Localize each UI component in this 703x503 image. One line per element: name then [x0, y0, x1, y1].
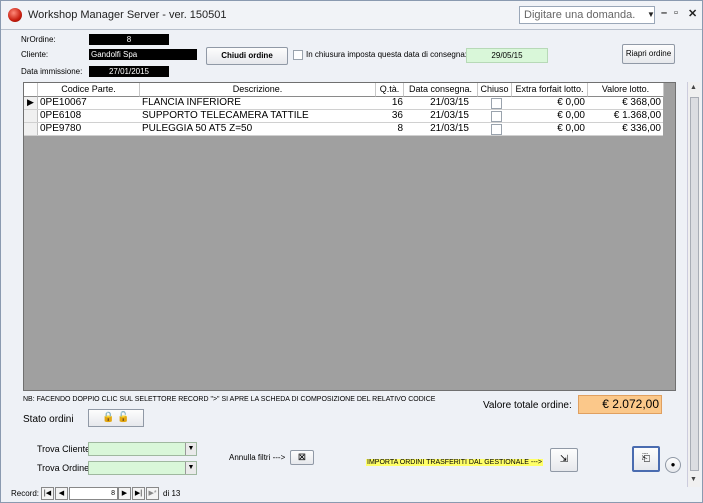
cell-chiuso-checkbox[interactable]: [491, 124, 502, 135]
exit-form-button[interactable]: ⎗: [632, 446, 660, 472]
first-record-icon[interactable]: |◀: [41, 487, 54, 500]
info-icon: ●: [670, 460, 676, 469]
chevron-down-icon[interactable]: ▼: [185, 462, 196, 474]
title-bar: Workshop Manager Server - ver. 150501 Di…: [1, 1, 702, 30]
cell-codice[interactable]: 0PE10067: [40, 97, 138, 109]
col-header-data[interactable]: Data consegna.: [404, 83, 478, 97]
cell-valore[interactable]: € 1.368,00: [588, 110, 661, 122]
chiusura-checkbox[interactable]: [293, 50, 303, 60]
minimize-button[interactable]: –: [661, 7, 667, 19]
cell-qta[interactable]: 8: [376, 123, 403, 135]
col-header-chiuso[interactable]: Chiuso: [478, 83, 512, 97]
grid-selector-header: [24, 83, 38, 97]
cell-extra[interactable]: € 0,00: [512, 110, 585, 122]
stato-ordini-toggle[interactable]: 🔒 🔓: [88, 409, 144, 427]
close-button[interactable]: ✕: [688, 7, 697, 20]
cell-chiuso-checkbox[interactable]: [491, 111, 502, 122]
col-header-extra[interactable]: Extra forfait lotto.: [512, 83, 588, 97]
app-logo-icon: [8, 8, 22, 22]
nr-ordine-field[interactable]: 8: [89, 34, 169, 45]
riapri-ordine-button[interactable]: Riapri ordine: [622, 44, 675, 64]
totale-value: € 2.072,00: [578, 395, 662, 414]
col-header-qta[interactable]: Q.tà.: [376, 83, 404, 97]
cell-valore[interactable]: € 336,00: [588, 123, 661, 135]
chiudi-ordine-button[interactable]: Chiudi ordine: [206, 47, 288, 65]
annulla-filtri-button[interactable]: ⊠: [290, 450, 314, 465]
prev-record-icon[interactable]: ◀: [55, 487, 68, 500]
new-record-icon[interactable]: ▶*: [146, 487, 159, 500]
record-total: di 13: [163, 489, 181, 498]
record-number-input[interactable]: 8: [69, 487, 118, 500]
help-search-input[interactable]: Digitare una domanda.: [519, 6, 655, 24]
trova-cliente-combo[interactable]: ▼: [88, 442, 197, 456]
table-row[interactable]: 0PE6108 SUPPORTO TELECAMERA TATTILE 36 2…: [24, 110, 663, 123]
col-header-codice[interactable]: Codice Parte.: [38, 83, 140, 97]
cell-extra[interactable]: € 0,00: [512, 123, 585, 135]
data-immissione-field[interactable]: 27/01/2015: [89, 66, 169, 77]
record-label: Record:: [11, 489, 40, 498]
cell-codice[interactable]: 0PE6108: [40, 110, 138, 122]
restore-button[interactable]: ▫: [674, 7, 678, 19]
record-selector[interactable]: ▶: [24, 97, 38, 109]
vertical-scrollbar[interactable]: ▲ ▼: [687, 82, 700, 487]
cell-qta[interactable]: 16: [376, 97, 403, 109]
table-row[interactable]: 0PE9780 PULEGGIA 50 AT5 Z=50 8 21/03/15 …: [24, 123, 663, 136]
chiusura-date-field[interactable]: 29/05/15: [466, 48, 548, 63]
data-immissione-label: Data immissione:: [21, 67, 83, 76]
totale-label: Valore totale ordine:: [483, 400, 572, 411]
window-title: Workshop Manager Server - ver. 150501: [28, 9, 227, 21]
trova-ordine-label: Trova Ordine:: [37, 463, 92, 473]
scroll-down-icon[interactable]: ▼: [690, 476, 697, 483]
exit-door-icon: ⎗: [642, 453, 650, 464]
app-window: Workshop Manager Server - ver. 150501 Di…: [0, 0, 703, 503]
col-header-descrizione[interactable]: Descrizione.: [140, 83, 376, 97]
importa-ordini-label: IMPORTA ORDINI TRASFERITI DAL GESTIONALE…: [366, 459, 543, 466]
trova-ordine-combo[interactable]: ▼: [88, 461, 197, 475]
cell-data[interactable]: 21/03/15: [404, 123, 469, 135]
scroll-up-icon[interactable]: ▲: [690, 84, 697, 91]
cell-qta[interactable]: 36: [376, 110, 403, 122]
cell-valore[interactable]: € 368,00: [588, 97, 661, 109]
record-selector[interactable]: [24, 110, 38, 122]
cliente-label: Cliente:: [21, 50, 49, 59]
nr-ordine-label: NrOrdine:: [21, 35, 56, 44]
cliente-field[interactable]: Gandolfi Spa: [89, 49, 197, 60]
lock-closed-icon[interactable]: 🔒: [102, 412, 114, 423]
importa-ordini-button[interactable]: ⇲: [550, 448, 578, 472]
import-icon: ⇲: [559, 454, 569, 465]
lock-open-icon[interactable]: 🔓: [117, 412, 129, 423]
order-lines-grid: Codice Parte. Descrizione. Q.tà. Data co…: [23, 82, 676, 391]
chiusura-label: In chiusura imposta questa data di conse…: [306, 50, 467, 59]
cell-codice[interactable]: 0PE9780: [40, 123, 138, 135]
cell-chiuso-checkbox[interactable]: [491, 98, 502, 109]
trova-cliente-label: Trova Cliente:: [37, 444, 93, 454]
record-selector[interactable]: [24, 123, 38, 135]
double-click-note: NB: FACENDO DOPPIO CLIC SUL SELETTORE RE…: [23, 396, 436, 403]
info-button[interactable]: ●: [665, 457, 681, 473]
current-record-arrow-icon: ▶: [27, 97, 34, 107]
cell-data[interactable]: 21/03/15: [404, 97, 469, 109]
cell-descrizione[interactable]: PULEGGIA 50 AT5 Z=50: [142, 123, 374, 135]
help-dropdown-icon[interactable]: ▼: [647, 10, 655, 19]
clear-filter-icon: ⊠: [297, 452, 307, 463]
stato-ordini-label: Stato ordini: [23, 414, 74, 425]
cell-data[interactable]: 21/03/15: [404, 110, 469, 122]
chevron-down-icon[interactable]: ▼: [185, 443, 196, 455]
annulla-filtri-label: Annulla filtri --->: [229, 453, 286, 462]
cell-extra[interactable]: € 0,00: [512, 97, 585, 109]
col-header-valore[interactable]: Valore lotto.: [588, 83, 664, 97]
cell-descrizione[interactable]: SUPPORTO TELECAMERA TATTILE: [142, 110, 374, 122]
next-record-icon[interactable]: ▶: [118, 487, 131, 500]
table-row[interactable]: ▶ 0PE10067 FLANCIA INFERIORE 16 21/03/15…: [24, 97, 663, 110]
last-record-icon[interactable]: ▶|: [132, 487, 145, 500]
cell-descrizione[interactable]: FLANCIA INFERIORE: [142, 97, 374, 109]
scroll-thumb[interactable]: [690, 97, 699, 471]
